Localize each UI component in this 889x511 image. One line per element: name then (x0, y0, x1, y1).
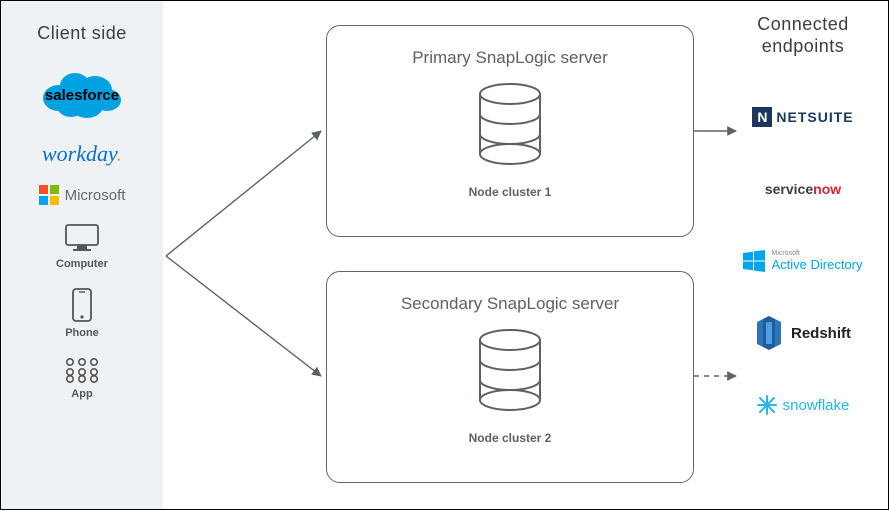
snowflake-icon (757, 395, 777, 415)
arrow-client-to-primary (166, 131, 321, 256)
endpoint-snowflake: snowflake (718, 369, 888, 441)
redshift-icon (755, 316, 783, 350)
endpoint-redshift: Redshift (718, 297, 888, 369)
connected-endpoints-column: Connected endpoints N NETSUITE serviceno… (718, 13, 888, 441)
client-workday: workday. (1, 141, 163, 167)
app-grid-icon (65, 357, 99, 383)
monitor-icon (63, 223, 101, 253)
client-side-column: Client side salesforce workday. (1, 23, 163, 418)
client-side-title: Client side (1, 23, 163, 44)
salesforce-cloud-icon: salesforce (37, 66, 127, 120)
database-cylinder-icon (471, 82, 549, 170)
primary-server-title: Primary SnapLogic server (327, 48, 693, 68)
netsuite-n-icon: N (752, 107, 772, 127)
client-side-items: salesforce workday. Microsoft Computer (1, 66, 163, 400)
microsoft-squares-icon (39, 185, 59, 205)
computer-label: Computer (1, 258, 163, 270)
client-app: App (1, 357, 163, 400)
netsuite-label: NETSUITE (776, 109, 853, 125)
arrow-client-to-secondary (166, 256, 321, 376)
connected-endpoints-title: Connected endpoints (718, 13, 888, 57)
phone-label: Phone (1, 327, 163, 339)
endpoint-active-directory: Microsoft Active Directory (718, 225, 888, 297)
snowflake-label: snowflake (783, 397, 850, 414)
secondary-cluster-label: Node cluster 2 (327, 431, 693, 445)
ad-label-b: Active Directory (771, 257, 862, 272)
secondary-server-title: Secondary SnapLogic server (327, 294, 693, 314)
workday-label: workday (42, 141, 117, 166)
windows-icon (743, 250, 765, 272)
connected-endpoints-items: N NETSUITE servicenow Microsoft Active D… (718, 81, 888, 441)
redshift-label: Redshift (791, 325, 851, 342)
servicenow-label-a: service (765, 181, 813, 197)
smartphone-icon (72, 288, 92, 322)
app-label: App (1, 388, 163, 400)
endpoint-servicenow: servicenow (718, 153, 888, 225)
client-microsoft: Microsoft (1, 185, 163, 205)
microsoft-label: Microsoft (65, 187, 126, 204)
client-computer: Computer (1, 223, 163, 270)
client-salesforce: salesforce (1, 66, 163, 123)
client-phone: Phone (1, 288, 163, 339)
salesforce-label: salesforce (45, 87, 119, 104)
endpoint-netsuite: N NETSUITE (718, 81, 888, 153)
database-cylinder-icon (471, 328, 549, 416)
secondary-server-box: Secondary SnapLogic server Node cluster … (326, 271, 694, 483)
primary-server-box: Primary SnapLogic server Node cluster 1 (326, 25, 694, 237)
servicenow-label-b: now (813, 181, 841, 197)
workday-logo-icon: workday. (42, 141, 122, 166)
primary-cluster-label: Node cluster 1 (327, 185, 693, 199)
